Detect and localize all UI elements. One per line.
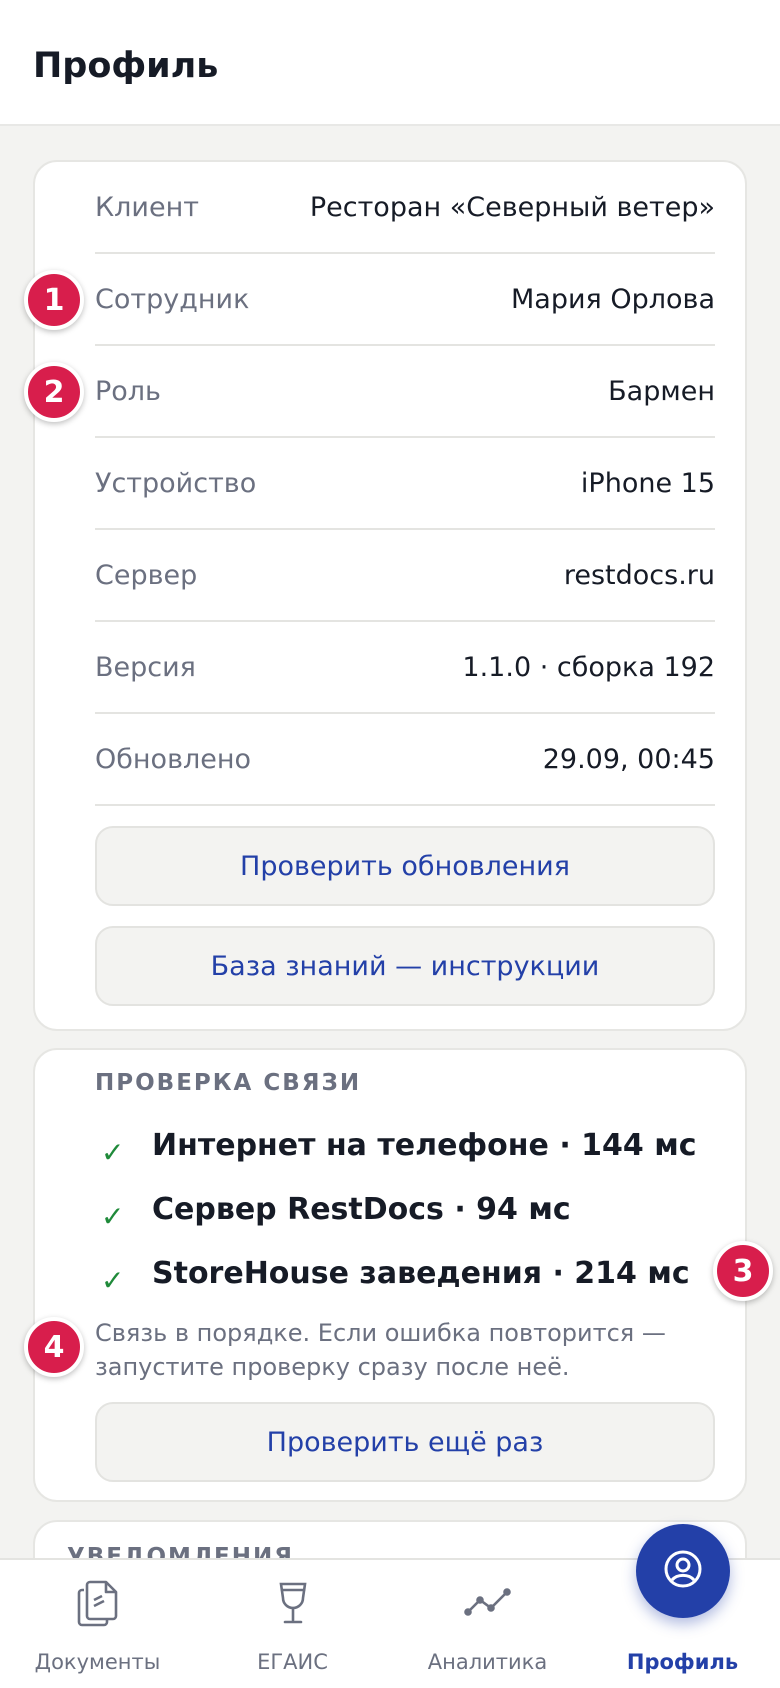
tab-label: Аналитика <box>427 1650 548 1674</box>
check-item-storehouse: ✓ StoreHouse заведения · 214 мс <box>95 1256 735 1306</box>
recheck-button[interactable]: Проверить ещё раз <box>95 1402 715 1482</box>
annotation-badge-1: 1 <box>24 270 84 330</box>
profile-fab-button[interactable] <box>636 1524 730 1618</box>
info-value: Ресторан «Северный ветер» <box>309 192 715 223</box>
info-row-version: Версия 1.1.0 · сборка 192 <box>95 622 715 714</box>
tab-analytics[interactable]: Аналитика <box>390 1560 585 1688</box>
documents-icon <box>76 1578 120 1632</box>
page-title: Профиль <box>33 46 219 86</box>
check-icon: ✓ <box>101 1200 125 1233</box>
info-row-client: Клиент Ресторан «Северный ветер» <box>95 162 715 254</box>
check-updates-button[interactable]: Проверить обновления <box>95 826 715 906</box>
connection-section-title: ПРОВЕРКА СВЯЗИ <box>95 1070 362 1096</box>
annotation-badge-3: 3 <box>713 1241 773 1301</box>
info-value: 1.1.0 · сборка 192 <box>462 652 715 683</box>
top-header: Профиль <box>0 0 780 126</box>
info-label: Устройство <box>95 468 257 499</box>
profile-icon <box>663 1549 703 1593</box>
info-value: restdocs.ru <box>563 560 715 591</box>
wine-glass-icon <box>273 1578 313 1632</box>
info-label: Сервер <box>95 560 198 591</box>
check-item-internet: ✓ Интернет на телефоне · 144 мс <box>95 1128 735 1178</box>
check-text: Интернет на телефоне · 144 мс <box>152 1128 697 1163</box>
annotation-badge-4: 4 <box>24 1317 84 1377</box>
info-value: iPhone 15 <box>580 468 715 499</box>
connection-check-card: ПРОВЕРКА СВЯЗИ ✓ Интернет на телефоне · … <box>33 1048 747 1502</box>
info-value: Мария Орлова <box>511 284 715 315</box>
info-row-device: Устройство iPhone 15 <box>95 438 715 530</box>
info-row-employee: Сотрудник Мария Орлова <box>95 254 715 346</box>
info-label: Обновлено <box>95 744 252 775</box>
info-label: Версия <box>95 652 196 683</box>
check-item-server: ✓ Сервер RestDocs · 94 мс <box>95 1192 735 1242</box>
tab-egais[interactable]: ЕГАИС <box>195 1560 390 1688</box>
info-value: 29.09, 00:45 <box>542 744 715 775</box>
info-row-updated: Обновлено 29.09, 00:45 <box>95 714 715 806</box>
info-value: Бармен <box>608 376 715 407</box>
info-label: Сотрудник <box>95 284 250 315</box>
tab-documents[interactable]: Документы <box>0 1560 195 1688</box>
info-row-server: Сервер restdocs.ru <box>95 530 715 622</box>
tab-label: Профиль <box>626 1650 739 1674</box>
info-label: Роль <box>95 376 161 407</box>
check-icon: ✓ <box>101 1136 125 1169</box>
analytics-icon <box>463 1578 513 1632</box>
check-text: Сервер RestDocs · 94 мс <box>152 1192 571 1227</box>
tab-label: Документы <box>34 1650 161 1674</box>
info-label: Клиент <box>95 192 199 223</box>
check-text: StoreHouse заведения · 214 мс <box>152 1256 690 1291</box>
connection-note: Связь в порядке. Если ошибка повторится … <box>95 1319 666 1381</box>
info-row-role: Роль Бармен <box>95 346 715 438</box>
profile-info-card: Клиент Ресторан «Северный ветер» Сотрудн… <box>33 160 747 1031</box>
annotation-badge-2: 2 <box>24 362 84 422</box>
tab-label: ЕГАИС <box>257 1650 328 1674</box>
knowledge-base-button[interactable]: База знаний — инструкции <box>95 926 715 1006</box>
check-icon: ✓ <box>101 1264 125 1297</box>
